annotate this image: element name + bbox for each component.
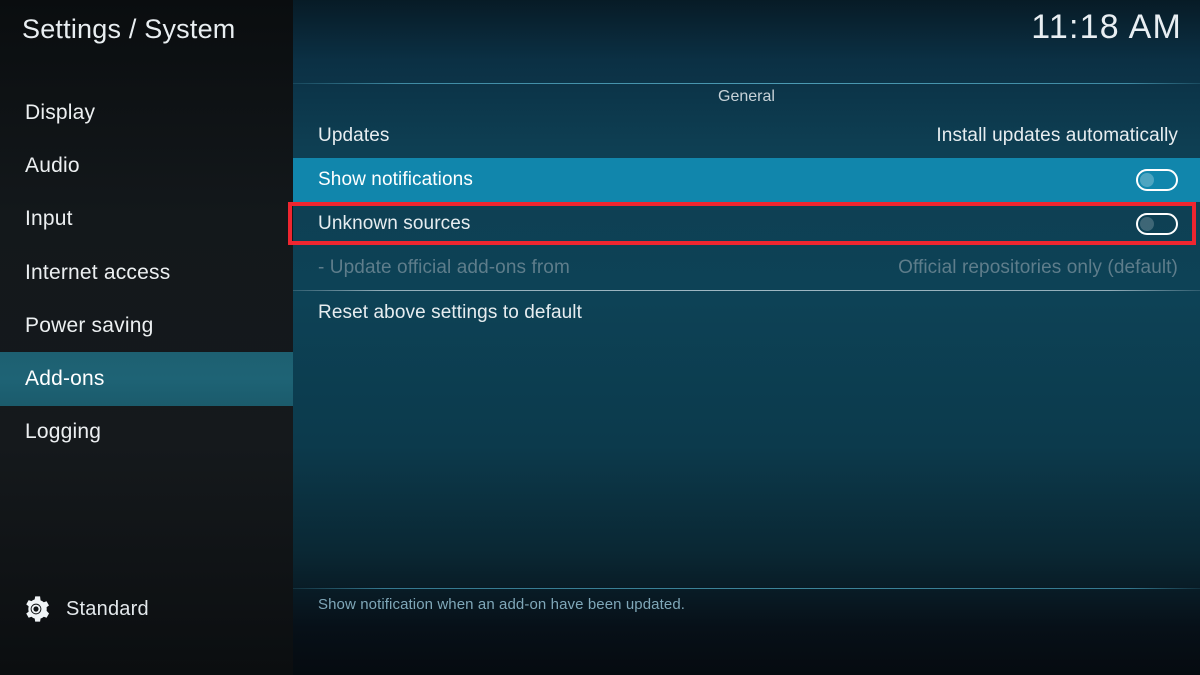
help-text: Show notification when an add-on have be… bbox=[318, 596, 686, 613]
setting-row-show-notifications[interactable]: Show notifications bbox=[293, 158, 1200, 202]
sidebar-item-label: Internet access bbox=[25, 260, 171, 284]
sidebar-item-label: Display bbox=[25, 100, 96, 124]
setting-value: Official repositories only (default) bbox=[898, 257, 1178, 278]
sidebar-item-label: Power saving bbox=[25, 313, 154, 337]
toggle-switch[interactable] bbox=[1136, 169, 1178, 191]
profile-label: Standard bbox=[66, 597, 149, 620]
setting-label: Unknown sources bbox=[318, 213, 471, 234]
sidebar-nav-list: Display Audio Input Internet access Power sa… bbox=[0, 86, 293, 459]
profile-level-indicator[interactable]: Standard bbox=[22, 595, 149, 623]
sidebar: Settings / System Display Audio Input Inter… bbox=[0, 0, 293, 675]
footer-separator bbox=[293, 588, 1200, 589]
setting-row-unknown-sources[interactable]: Unknown sources bbox=[293, 202, 1200, 246]
toggle-knob bbox=[1140, 173, 1154, 187]
sidebar-item-label: Audio bbox=[25, 153, 80, 177]
toggle-knob bbox=[1140, 217, 1154, 231]
section-title: General bbox=[718, 88, 775, 105]
sidebar-item-label: Add-ons bbox=[25, 367, 105, 391]
sidebar-item-display[interactable]: Display bbox=[0, 86, 293, 139]
setting-label: Updates bbox=[318, 125, 390, 146]
sidebar-item-logging[interactable]: Logging bbox=[0, 406, 293, 459]
kodi-settings-screen: 11:18 AM General Updates Install updates … bbox=[0, 0, 1200, 675]
toggle-switch[interactable] bbox=[1136, 213, 1178, 235]
sidebar-item-input[interactable]: Input bbox=[0, 193, 293, 246]
setting-row-updates[interactable]: Updates Install updates automatically bbox=[293, 114, 1200, 158]
page-title: Settings / System bbox=[22, 14, 236, 44]
setting-value: Install updates automatically bbox=[936, 125, 1178, 146]
setting-row-reset-above-settings-to-default[interactable]: Reset above settings to default bbox=[293, 291, 1200, 335]
sidebar-item-audio[interactable]: Audio bbox=[0, 139, 293, 192]
setting-label: - Update official add-ons from bbox=[318, 257, 570, 278]
setting-label: Reset above settings to default bbox=[318, 302, 582, 323]
sidebar-item-add-ons[interactable]: Add-ons bbox=[0, 352, 293, 406]
sidebar-item-label: Input bbox=[25, 207, 73, 231]
sidebar-item-power-saving[interactable]: Power saving bbox=[0, 299, 293, 352]
setting-label: Show notifications bbox=[318, 169, 473, 190]
gear-icon bbox=[22, 595, 50, 623]
panel-top-separator bbox=[293, 83, 1200, 84]
sidebar-item-internet-access[interactable]: Internet access bbox=[0, 246, 293, 299]
clock: 11:18 AM bbox=[1031, 8, 1182, 46]
settings-rows-list: Updates Install updates automatically Show… bbox=[293, 114, 1200, 335]
setting-row-update-official-add-ons-from: - Update official add-ons from Official r… bbox=[293, 246, 1200, 290]
sidebar-item-label: Logging bbox=[25, 420, 102, 444]
